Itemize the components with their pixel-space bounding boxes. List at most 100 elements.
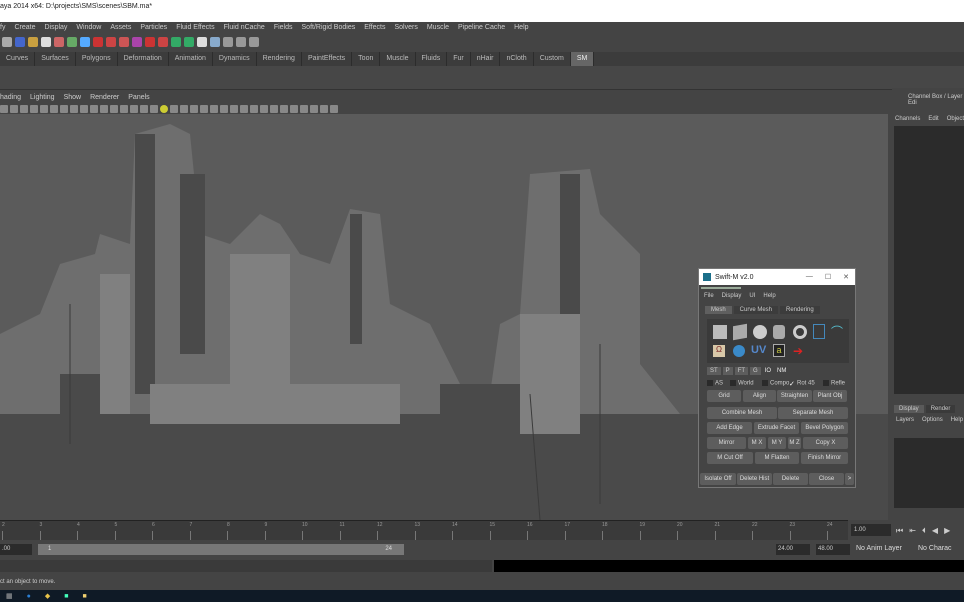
viewport-menu-1[interactable]: Lighting xyxy=(30,94,55,101)
menu-8[interactable]: Fields xyxy=(274,24,293,31)
toolbar-icon-0[interactable] xyxy=(2,36,12,47)
swift-tab-rendering[interactable]: Rendering xyxy=(780,306,820,314)
toolbar-icon-15[interactable] xyxy=(197,36,207,47)
character-dropdown[interactable]: No Charac xyxy=(918,545,951,552)
total-time-field[interactable]: 48.00 xyxy=(816,544,850,555)
step-back-key-icon[interactable]: ⇤ xyxy=(909,526,916,536)
checkbox-refle[interactable]: Refle xyxy=(823,380,845,387)
close-icon[interactable]: ✕ xyxy=(843,273,849,281)
swift-finish-mirror-button[interactable]: Finish Mirror xyxy=(801,452,848,464)
viewport-tool-icon-12[interactable] xyxy=(120,104,128,113)
swift-delete-hist-button[interactable]: Delete Hist xyxy=(737,473,772,485)
menu-7[interactable]: Fluid nCache xyxy=(224,24,265,31)
viewport-tool-icon-8[interactable] xyxy=(80,104,88,113)
viewport-tool-icon-17[interactable] xyxy=(170,104,178,113)
app-icon[interactable]: ◆ xyxy=(45,592,50,600)
lasso-icon[interactable]: Ω xyxy=(713,345,725,357)
swift-delete-button[interactable]: Delete xyxy=(773,473,808,485)
maximize-icon[interactable]: ☐ xyxy=(825,273,831,281)
uv-editor-icon[interactable]: UV xyxy=(751,344,766,356)
viewport-tool-icon-10[interactable] xyxy=(100,104,108,113)
viewport-tool-icon-23[interactable] xyxy=(230,104,238,113)
viewport-tool-icon-0[interactable] xyxy=(0,104,8,113)
toolbar-icon-9[interactable] xyxy=(119,36,129,47)
shelf-tab-ncloth[interactable]: nCloth xyxy=(500,52,534,66)
viewport-tool-icon-14[interactable] xyxy=(140,104,148,113)
menu-9[interactable]: Soft/Rigid Bodies xyxy=(302,24,356,31)
menu-12[interactable]: Muscle xyxy=(427,24,449,31)
viewport-tool-icon-5[interactable] xyxy=(50,104,58,113)
viewport-tool-icon-7[interactable] xyxy=(70,104,78,113)
toolbar-icon-19[interactable] xyxy=(249,36,259,47)
checkbox-world[interactable]: World xyxy=(730,380,754,387)
layer-tab-1[interactable]: Render xyxy=(925,405,956,413)
swift-isolate-off-button[interactable]: Isolate Off xyxy=(700,473,736,485)
swift-g-button[interactable]: G xyxy=(750,367,761,375)
viewport-tool-icon-9[interactable] xyxy=(90,104,98,113)
swift-menu-0[interactable]: File xyxy=(704,293,714,299)
menu-2[interactable]: Display xyxy=(44,24,67,31)
menu-11[interactable]: Solvers xyxy=(395,24,418,31)
shelf-tab-surfaces[interactable]: Surfaces xyxy=(35,52,76,66)
viewport-tool-icon-13[interactable] xyxy=(130,104,138,113)
viewport-menu-0[interactable]: hading xyxy=(0,94,21,101)
swift-combine-mesh-button[interactable]: Combine Mesh xyxy=(707,407,777,419)
cylinder-icon[interactable] xyxy=(773,325,785,339)
menu-3[interactable]: Window xyxy=(76,24,101,31)
task-view-icon[interactable]: ▦ xyxy=(6,592,13,600)
swift-bevel-polygon-button[interactable]: Bevel Polygon xyxy=(801,422,848,434)
curve-icon[interactable]: ⌒ xyxy=(831,323,843,340)
maya-icon[interactable]: ■ xyxy=(64,593,68,600)
toolbar-icon-16[interactable] xyxy=(210,36,220,47)
viewport-tool-icon-31[interactable] xyxy=(310,104,318,113)
channel-list[interactable] xyxy=(894,126,964,394)
viewport-tool-icon-20[interactable] xyxy=(200,104,208,113)
viewport-tool-icon-19[interactable] xyxy=(190,104,198,113)
range-slider[interactable]: 1 24 xyxy=(38,544,404,555)
menu-5[interactable]: Particles xyxy=(140,24,167,31)
channel-menu-1[interactable]: Edit xyxy=(928,116,938,122)
toolbar-icon-14[interactable] xyxy=(184,36,194,47)
checkbox-compo[interactable]: Compo xyxy=(762,380,789,387)
toolbar-icon-4[interactable] xyxy=(54,36,64,47)
go-start-icon[interactable]: ⏮ xyxy=(896,526,903,536)
shelf-tab-rendering[interactable]: Rendering xyxy=(257,52,302,66)
viewport-tool-icon-2[interactable] xyxy=(20,104,28,113)
play-back-icon[interactable]: ◀ xyxy=(932,526,938,536)
toolbar-icon-18[interactable] xyxy=(236,36,246,47)
shelf-tab-curves[interactable]: Curves xyxy=(0,52,36,66)
viewport-tool-icon-30[interactable] xyxy=(300,104,308,113)
swift-straighten-button[interactable]: Straighten xyxy=(777,390,812,402)
toolbar-icon-11[interactable] xyxy=(145,36,155,47)
viewport-tool-icon-28[interactable] xyxy=(280,104,288,113)
text-icon[interactable]: a xyxy=(773,344,785,357)
swift-m-flatten-button[interactable]: M Flatten xyxy=(755,452,799,464)
swift-separate-mesh-button[interactable]: Separate Mesh xyxy=(778,407,848,419)
toolbar-icon-6[interactable] xyxy=(80,36,90,47)
toolbar-icon-13[interactable] xyxy=(171,36,181,47)
layer-menu-2[interactable]: Help xyxy=(951,417,963,423)
swift-m-x-button[interactable]: M X xyxy=(748,437,766,449)
plane-icon[interactable] xyxy=(713,325,727,339)
start-time-field[interactable]: .00 xyxy=(0,544,32,555)
shelf-tab-nhair[interactable]: nHair xyxy=(471,52,501,66)
shelf-tab-deformation[interactable]: Deformation xyxy=(118,52,169,66)
viewport-tool-icon-6[interactable] xyxy=(60,104,68,113)
viewport-tool-icon-26[interactable] xyxy=(260,104,268,113)
play-icon[interactable]: ▶ xyxy=(944,526,950,536)
toolbar-icon-3[interactable] xyxy=(41,36,51,47)
end-time-field[interactable]: 24.00 xyxy=(776,544,810,555)
layer-menu-0[interactable]: Layers xyxy=(896,417,914,423)
shelf-tab-polygons[interactable]: Polygons xyxy=(76,52,118,66)
viewport-tool-icon-25[interactable] xyxy=(250,104,258,113)
swift-add-edge-button[interactable]: Add Edge xyxy=(707,422,752,434)
anim-layer-dropdown[interactable]: No Anim Layer xyxy=(856,545,902,552)
swift-align-button[interactable]: Align xyxy=(743,390,776,402)
channel-menu-2[interactable]: Object xyxy=(947,116,964,122)
layer-menu-1[interactable]: Options xyxy=(922,417,943,423)
viewport-tool-icon-33[interactable] xyxy=(330,104,338,113)
swift-copy-x-button[interactable]: Copy X xyxy=(803,437,848,449)
toolbar-icon-12[interactable] xyxy=(158,36,168,47)
viewport-menu-4[interactable]: Panels xyxy=(128,94,149,101)
menu-14[interactable]: Help xyxy=(514,24,528,31)
